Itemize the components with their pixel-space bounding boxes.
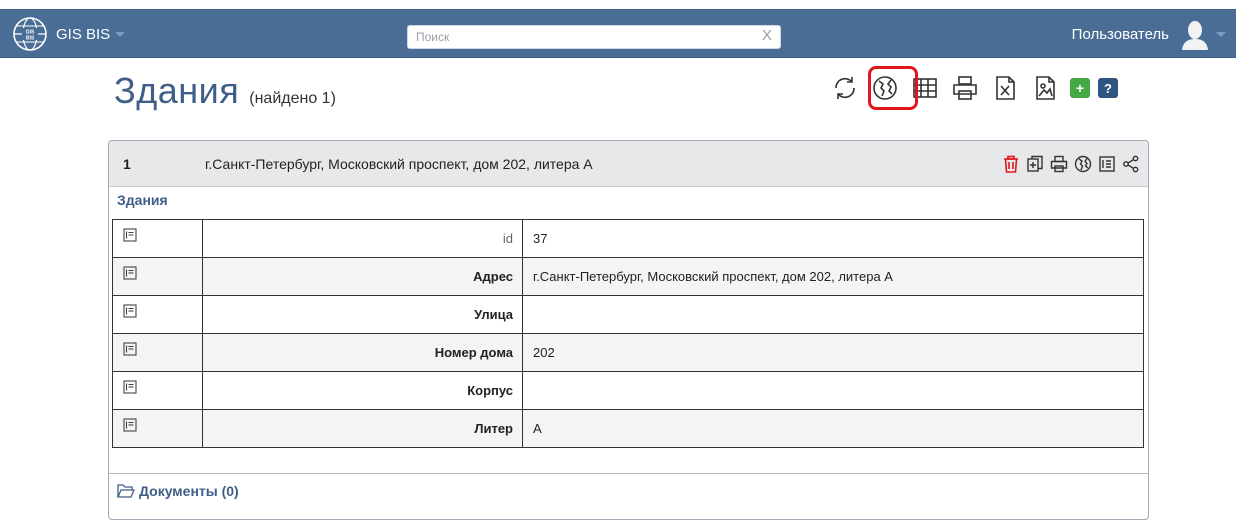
toolbar: + ? [830,66,1118,110]
top-area: GIS BIS GIS BIS X Пользователь [0,0,1236,70]
chevron-down-icon[interactable] [115,31,126,37]
field-details-icon[interactable] [123,418,137,432]
folder-open-icon [117,484,135,498]
divider [109,473,1148,474]
field-details-icon[interactable] [123,380,137,394]
print-icon[interactable] [1048,153,1070,175]
row-icon-cell [112,333,203,372]
row-icon-cell [112,219,203,258]
print-icon[interactable] [950,73,980,103]
delete-icon[interactable] [1000,153,1022,175]
navbar: GIS BIS GIS BIS X Пользователь [0,9,1236,58]
globe-logo-icon: GIS BIS [13,17,47,51]
chevron-down-icon[interactable] [1216,31,1226,37]
found-count: (найдено 1) [249,90,336,107]
search-input[interactable] [408,26,748,48]
copy-icon[interactable] [1024,153,1046,175]
excel-export-icon[interactable] [990,73,1020,103]
field-value: г.Санкт-Петербург, Московский проспект, … [522,257,1144,296]
field-value [522,295,1144,334]
documents-toggle[interactable]: Документы (0) [117,483,239,499]
record-number: 1 [123,156,131,172]
table-row: Номер дома 202 [112,333,1144,372]
row-icon-cell [112,295,203,334]
field-value: 37 [522,219,1144,258]
field-label: id [202,219,523,258]
row-icon-cell [112,257,203,296]
user-menu[interactable]: Пользователь [1072,16,1226,52]
search-clear-icon[interactable]: X [762,27,772,44]
help-button[interactable]: ? [1098,78,1118,98]
highlight-box [868,66,918,110]
refresh-icon[interactable] [830,73,860,103]
field-label: Корпус [202,371,523,410]
image-export-icon[interactable] [1030,73,1060,103]
row-icon-cell [112,371,203,410]
field-value: А [522,409,1144,448]
record-actions [998,153,1142,175]
user-name: Пользователь [1071,25,1169,43]
field-details-icon[interactable] [123,228,137,242]
brand-name: GIS BIS [56,25,111,43]
page-title: Здания (найдено 1) [114,70,336,112]
field-value: 202 [522,333,1144,372]
details-icon[interactable] [1096,153,1118,175]
add-button[interactable]: + [1070,78,1090,98]
field-details-icon[interactable] [123,342,137,356]
table-row: Адрес г.Санкт-Петербург, Московский прос… [112,257,1144,296]
field-label: Литер [202,409,523,448]
field-label: Улица [202,295,523,334]
field-details-icon[interactable] [123,266,137,280]
table-row: Улица [112,295,1144,334]
section-title: Здания [117,192,168,208]
user-avatar-icon[interactable] [1179,18,1211,50]
brand[interactable]: GIS BIS GIS BIS [12,16,126,52]
record-panel: 1 г.Санкт-Петербург, Московский проспект… [108,140,1149,520]
field-label: Адрес [202,257,523,296]
field-details-icon[interactable] [123,304,137,318]
table-row: Литер А [112,409,1144,448]
brand-logo-text-bottom: BIS [26,36,35,42]
field-value [522,371,1144,410]
record-header[interactable]: 1 г.Санкт-Петербург, Московский проспект… [109,141,1148,187]
attributes-table: id 37 Адрес г.Санкт-Петербург, Московски… [112,219,1144,448]
documents-label: Документы (0) [139,483,239,499]
share-icon[interactable] [1120,153,1142,175]
table-row: Корпус [112,371,1144,410]
search-box: X [407,25,781,49]
record-address: г.Санкт-Петербург, Московский проспект, … [205,156,593,172]
field-label: Номер дома [202,333,523,372]
page-title-text: Здания [114,70,240,111]
row-icon-cell [112,409,203,448]
globe-icon[interactable] [1072,153,1094,175]
table-row: id 37 [112,219,1144,258]
